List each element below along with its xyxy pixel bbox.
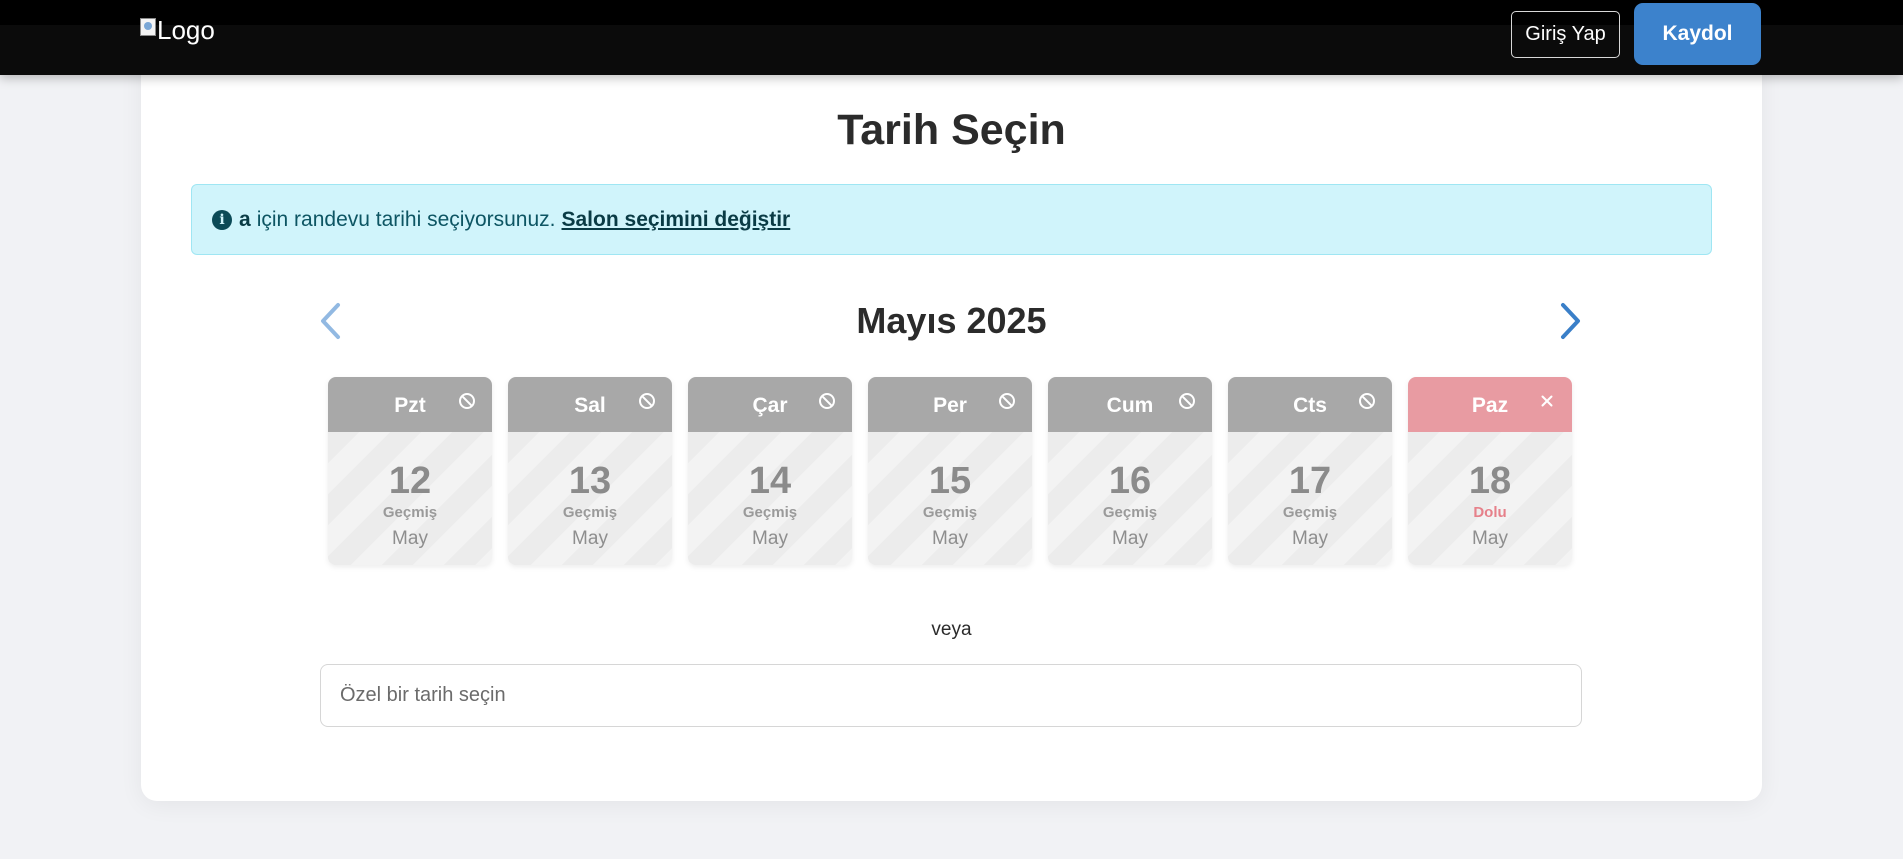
day-status: Geçmiş: [382, 504, 438, 521]
page-title: Tarih Seçin: [837, 106, 1066, 154]
top-navbar: Logo Giriş Yap Kaydol: [0, 0, 1903, 75]
chevron-right-icon: [1561, 303, 1580, 339]
change-salon-link[interactable]: Salon seçimini değiştir: [562, 208, 791, 232]
day-header: Çar: [688, 377, 852, 432]
ban-icon: [819, 393, 835, 409]
day-month: May: [1472, 528, 1508, 549]
day-number: 18: [1468, 460, 1512, 502]
day-card[interactable]: Paz 18 Dolu May: [1408, 377, 1572, 565]
ban-icon: [1359, 393, 1375, 409]
day-card[interactable]: Per 15 Geçmiş May: [868, 377, 1032, 565]
day-header: Cts: [1228, 377, 1392, 432]
day-card[interactable]: Çar 14 Geçmiş May: [688, 377, 852, 565]
day-header: Sal: [508, 377, 672, 432]
day-weekday: Cts: [1293, 394, 1327, 417]
day-status: Geçmiş: [922, 504, 978, 521]
day-number: 13: [568, 460, 612, 502]
month-navigation: Mayıs 2025: [141, 296, 1762, 346]
day-body: 16 Geçmiş May: [1048, 432, 1212, 565]
day-body: 13 Geçmiş May: [508, 432, 672, 565]
day-number: 15: [928, 460, 972, 502]
day-weekday: Paz: [1471, 394, 1509, 417]
logo-alt-text: Logo: [157, 15, 215, 45]
day-card[interactable]: Cum 16 Geçmiş May: [1048, 377, 1212, 565]
day-header: Cum: [1048, 377, 1212, 432]
or-separator: veya: [931, 619, 972, 640]
day-header: Pzt: [328, 377, 492, 432]
salon-name: a: [239, 207, 251, 231]
day-card[interactable]: Pzt 12 Geçmiş May: [328, 377, 492, 565]
login-button[interactable]: Giriş Yap: [1511, 11, 1620, 58]
day-weekday: Cum: [1106, 394, 1154, 417]
day-month: May: [572, 528, 608, 549]
ban-icon: [459, 393, 475, 409]
day-number: 12: [388, 460, 432, 502]
day-month: May: [932, 528, 968, 549]
logo[interactable]: Logo: [140, 15, 215, 46]
date-selection-card: Tarih Seçin i a için randevu tarihi seçi…: [141, 40, 1762, 801]
day-header: Paz: [1408, 377, 1572, 432]
day-weekday: Çar: [752, 394, 788, 417]
ban-icon: [639, 393, 655, 409]
day-weekday: Sal: [574, 394, 606, 417]
signup-button[interactable]: Kaydol: [1634, 3, 1761, 65]
week-days-row: Pzt 12 Geçmiş May Sal 13 Geçmiş May Çar …: [328, 377, 1576, 565]
day-body: 15 Geçmiş May: [868, 432, 1032, 565]
broken-image-icon: [140, 18, 156, 36]
day-weekday: Per: [933, 394, 967, 417]
day-number: 17: [1288, 460, 1332, 502]
day-number: 14: [748, 460, 792, 502]
custom-date-input[interactable]: [320, 664, 1582, 727]
day-body: 18 Dolu May: [1408, 432, 1572, 565]
day-weekday: Pzt: [394, 394, 426, 417]
day-month: May: [1292, 528, 1328, 549]
day-status: Geçmiş: [742, 504, 798, 521]
day-number: 16: [1108, 460, 1152, 502]
day-month: May: [392, 528, 428, 549]
day-month: May: [752, 528, 788, 549]
day-card[interactable]: Cts 17 Geçmiş May: [1228, 377, 1392, 565]
day-body: 17 Geçmiş May: [1228, 432, 1392, 565]
ban-icon: [999, 393, 1015, 409]
alert-message: için randevu tarihi seçiyorsunuz.: [256, 207, 556, 231]
close-icon: [1541, 395, 1553, 407]
day-status: Geçmiş: [562, 504, 618, 521]
info-circle-icon: i: [212, 209, 232, 230]
ban-icon: [1179, 393, 1195, 409]
day-month: May: [1112, 528, 1148, 549]
day-header: Per: [868, 377, 1032, 432]
day-body: 12 Geçmiş May: [328, 432, 492, 565]
day-status: Dolu: [1473, 504, 1507, 521]
next-month-button[interactable]: [1551, 296, 1591, 346]
day-status: Geçmiş: [1282, 504, 1338, 521]
month-label: Mayıs 2025: [856, 300, 1047, 341]
day-status: Geçmiş: [1102, 504, 1158, 521]
day-card[interactable]: Sal 13 Geçmiş May: [508, 377, 672, 565]
salon-info-alert: i a için randevu tarihi seçiyorsunuz. Sa…: [191, 184, 1712, 255]
day-body: 14 Geçmiş May: [688, 432, 852, 565]
